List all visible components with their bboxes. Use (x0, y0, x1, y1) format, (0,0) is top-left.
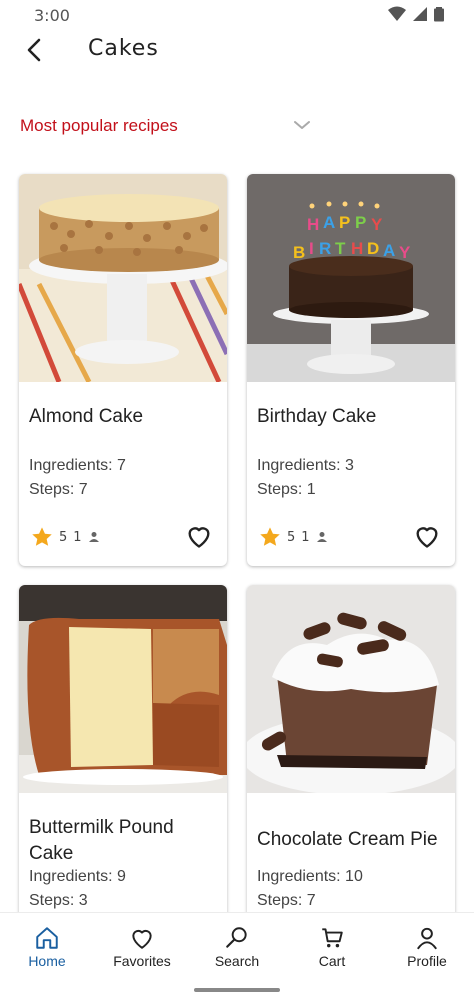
chevron-down-icon (294, 121, 310, 129)
recipe-name: Chocolate Cream Pie (257, 829, 438, 850)
recipe-steps: Steps: 3 (29, 892, 88, 909)
svg-text:I: I (309, 239, 314, 258)
recipe-rating: 5 1 (31, 526, 100, 548)
svg-text:P: P (339, 213, 350, 232)
nav-cart-label: Cart (318, 953, 346, 969)
nav-search-label: Search (214, 953, 260, 969)
chocolate-pie-image (247, 585, 455, 793)
nav-profile-label: Profile (407, 953, 447, 969)
svg-text:P: P (355, 213, 366, 232)
person-icon (416, 927, 438, 950)
svg-text:Y: Y (371, 215, 383, 234)
star-icon (32, 527, 52, 546)
status-icons (388, 6, 444, 22)
svg-text:B: B (293, 243, 305, 262)
almond-cake-image (19, 174, 227, 382)
rating-value: 5 (59, 529, 68, 545)
svg-text:H: H (307, 215, 319, 234)
svg-text:H: H (351, 239, 363, 258)
page-title: Cakes (88, 36, 159, 61)
nav-home-label: Home (28, 953, 66, 969)
favorite-heart-icon[interactable] (185, 522, 213, 550)
wifi-icon (388, 6, 406, 21)
recipe-name: Almond Cake (29, 406, 144, 427)
rating-value: 5 (287, 529, 296, 545)
home-indicator[interactable] (194, 988, 280, 992)
svg-text:T: T (335, 239, 346, 258)
nav-profile[interactable]: Profile (380, 925, 474, 969)
status-time: 3:00 (34, 6, 70, 25)
sort-dropdown[interactable]: Most popular recipes (20, 116, 320, 142)
rating-count: 1 (301, 529, 310, 545)
svg-text:D: D (367, 239, 379, 258)
recipe-name: Buttermilk Pound Cake (29, 817, 174, 864)
heart-icon (132, 930, 152, 949)
favorite-heart-icon[interactable] (413, 522, 441, 550)
svg-text:A: A (383, 241, 395, 260)
sort-dropdown-label: Most popular recipes (20, 116, 178, 135)
svg-text:Y: Y (399, 243, 411, 262)
recipe-ingredients: Ingredients: 9 (29, 868, 126, 885)
recipe-card[interactable]: Almond Cake Ingredients: 7 Steps: 7 5 1 (19, 174, 227, 566)
rating-count: 1 (73, 529, 82, 545)
recipe-steps: Steps: 7 (29, 481, 88, 498)
status-bar: 3:00 (0, 0, 474, 32)
recipe-steps: Steps: 1 (257, 481, 316, 498)
app-bar: Cakes (0, 32, 474, 88)
recipe-steps: Steps: 7 (257, 892, 316, 909)
back-arrow-icon[interactable] (22, 36, 50, 64)
recipe-card[interactable]: HA PP Y BI RT HD AY Birthday Cake Ingred… (247, 174, 455, 566)
star-icon (260, 527, 280, 546)
nav-home[interactable]: Home (0, 925, 94, 969)
search-icon (226, 927, 247, 948)
battery-icon (434, 7, 444, 22)
person-icon (88, 532, 99, 542)
nav-search[interactable]: Search (190, 925, 284, 969)
birthday-cake-image: HA PP Y BI RT HD AY (247, 174, 455, 382)
home-icon (36, 927, 58, 949)
signal-icon (413, 7, 427, 21)
pound-cake-image (19, 585, 227, 793)
nav-favorites-label: Favorites (113, 953, 171, 969)
recipe-ingredients: Ingredients: 7 (29, 457, 126, 474)
recipe-rating: 5 1 (259, 526, 328, 548)
svg-text:A: A (323, 213, 335, 232)
svg-text:R: R (319, 239, 331, 258)
person-icon (316, 532, 327, 542)
cart-icon (322, 928, 343, 948)
nav-cart[interactable]: Cart (285, 925, 379, 969)
recipe-name: Birthday Cake (257, 406, 377, 427)
recipe-ingredients: Ingredients: 10 (257, 868, 363, 885)
nav-favorites[interactable]: Favorites (95, 925, 189, 969)
recipe-ingredients: Ingredients: 3 (257, 457, 354, 474)
